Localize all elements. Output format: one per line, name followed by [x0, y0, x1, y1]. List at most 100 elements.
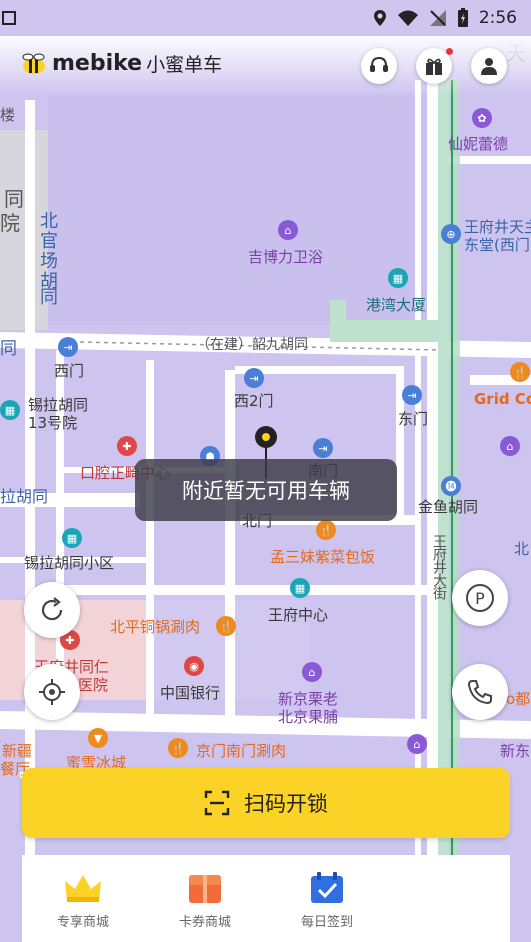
- street-label: 北: [40, 211, 58, 232]
- poi-label: 新东: [500, 742, 531, 760]
- poi-label: 北: [514, 540, 530, 558]
- street-label: 王府井大街: [431, 534, 447, 599]
- dental-pin-icon: ✚: [117, 436, 137, 456]
- gate-pin-icon: ⇥: [402, 385, 422, 405]
- phone-icon: [467, 680, 492, 705]
- brand-name: mebike: [52, 51, 143, 76]
- poi-label: Grid Co: [474, 390, 531, 408]
- no-signal-icon: [429, 10, 446, 26]
- food-pin-icon: 🍴: [168, 738, 188, 758]
- nav-coupon-mall[interactable]: 卡券商城: [144, 855, 266, 942]
- customer-service-button[interactable]: [361, 48, 397, 84]
- user-icon: [481, 58, 497, 75]
- gate-pin-icon: ⇥: [58, 337, 78, 357]
- poi-label: 医院: [78, 676, 109, 694]
- poi-label: 吉博力卫浴: [248, 248, 324, 266]
- poi-label: 中国银行: [160, 684, 221, 702]
- shop-pin-icon: ⌂: [407, 734, 427, 754]
- customer-service-icon: [370, 56, 388, 72]
- clock: 2:56: [478, 8, 517, 28]
- location-status-icon: [373, 10, 386, 26]
- poi-label: 锡拉胡同小区: [24, 554, 115, 572]
- poi-label: 东门: [398, 410, 429, 428]
- parking-icon: P: [466, 584, 494, 612]
- svg-text:P: P: [475, 589, 485, 608]
- poi-label: 孟三妹紫菜包饭: [270, 548, 376, 566]
- poi-label: 北京果脯: [278, 708, 339, 726]
- poi-label: 院: [0, 211, 20, 235]
- no-bike-toast: 附近暂无可用车辆: [135, 459, 397, 521]
- building-pin-icon: ▦: [290, 578, 310, 598]
- crown-icon: [65, 875, 101, 902]
- locate-me-button[interactable]: [24, 664, 80, 720]
- building-pin-icon: ▦: [388, 268, 408, 288]
- gift-icon: [426, 58, 442, 75]
- poi-label: 楼: [0, 106, 16, 124]
- street-label: 官: [40, 231, 58, 252]
- poi-label: 新京栗老: [278, 690, 339, 708]
- poi-label: o都: [506, 690, 531, 708]
- status-bar: 2:56: [0, 0, 531, 36]
- gate-pin-icon: ⇥: [244, 368, 264, 388]
- poi-label: 锡拉胡同: [28, 396, 89, 414]
- call-button[interactable]: [452, 664, 508, 720]
- street-label: （在建）韶九胡同: [196, 337, 308, 353]
- church-pin-icon: ⊕: [441, 224, 461, 244]
- battery-charging-icon: [457, 8, 468, 27]
- subway-pin-icon: ⓮: [441, 476, 461, 496]
- food-pin-icon: 🍴: [216, 616, 236, 636]
- shop-pin-icon: ⌂: [278, 220, 298, 240]
- bee-logo-icon: [22, 53, 45, 74]
- poi-label: 仙妮蕾德: [448, 135, 509, 153]
- cosmetics-icon: ✿: [472, 108, 492, 128]
- notification-icon: [2, 11, 16, 25]
- residence-pin-icon: ▦: [62, 528, 82, 548]
- scan-icon: [204, 790, 230, 816]
- refresh-icon: [41, 597, 63, 621]
- icecream-pin-icon: ▼: [88, 728, 108, 748]
- nav-label: 卡券商城: [178, 915, 231, 930]
- scan-button-label: 扫码开锁: [244, 792, 328, 816]
- profile-button[interactable]: [471, 48, 507, 84]
- poi-label: 金鱼胡同: [418, 498, 479, 516]
- street-label: 拉胡同: [0, 487, 49, 506]
- parking-button[interactable]: P: [452, 570, 508, 626]
- poi-label: 王府中心: [268, 606, 329, 624]
- gift-button[interactable]: [416, 48, 453, 84]
- poi-label: 西门: [54, 362, 85, 380]
- brand-name-cn: 小蜜单车: [146, 54, 223, 76]
- poi-label: 港湾大厦: [366, 296, 427, 314]
- bottom-nav: 专享商城 卡券商城 每日签到: [22, 855, 510, 942]
- street-label: 场: [40, 251, 58, 272]
- residence-pin-icon: ▦: [0, 400, 20, 420]
- street-label: 同: [40, 287, 58, 308]
- shop-pin-icon: ⌂: [500, 436, 520, 456]
- app-logo: mebike 小蜜单车: [20, 50, 222, 77]
- poi-label: 京门南门涮肉: [196, 742, 287, 760]
- shop-pin-icon: ⌂: [302, 662, 322, 682]
- poi-label: 北平铜锅涮肉: [110, 618, 201, 636]
- checkin-calendar-icon: [311, 872, 343, 903]
- poi-label: 西2门: [234, 392, 274, 410]
- nav-daily-checkin[interactable]: 每日签到: [266, 855, 388, 942]
- street-label: 同: [0, 339, 17, 359]
- poi-label: 同: [4, 187, 24, 211]
- bank-pin-icon: ◉: [184, 656, 204, 676]
- app-header: mebike 小蜜单车: [0, 36, 531, 96]
- nav-label: 每日签到: [300, 915, 353, 930]
- locate-icon: [39, 679, 65, 705]
- coupon-icon: [189, 875, 221, 903]
- refresh-button[interactable]: [24, 582, 80, 638]
- nav-label: 专享商城: [56, 915, 109, 930]
- wifi-icon: [397, 10, 418, 26]
- gate-pin-icon: ⇥: [313, 438, 333, 458]
- scan-to-unlock-button[interactable]: 扫码开锁: [22, 768, 510, 838]
- poi-label: 13号院: [28, 414, 78, 432]
- notification-badge: [446, 48, 453, 55]
- poi-label: 王府井天主: [464, 218, 531, 236]
- food-pin-icon: 🍴: [510, 362, 530, 382]
- nav-exclusive-mall[interactable]: 专享商城: [22, 855, 144, 942]
- poi-label: 东堂(西门: [464, 236, 530, 254]
- poi-label: 新疆: [2, 742, 33, 760]
- food-pin-icon: 🍴: [316, 520, 336, 540]
